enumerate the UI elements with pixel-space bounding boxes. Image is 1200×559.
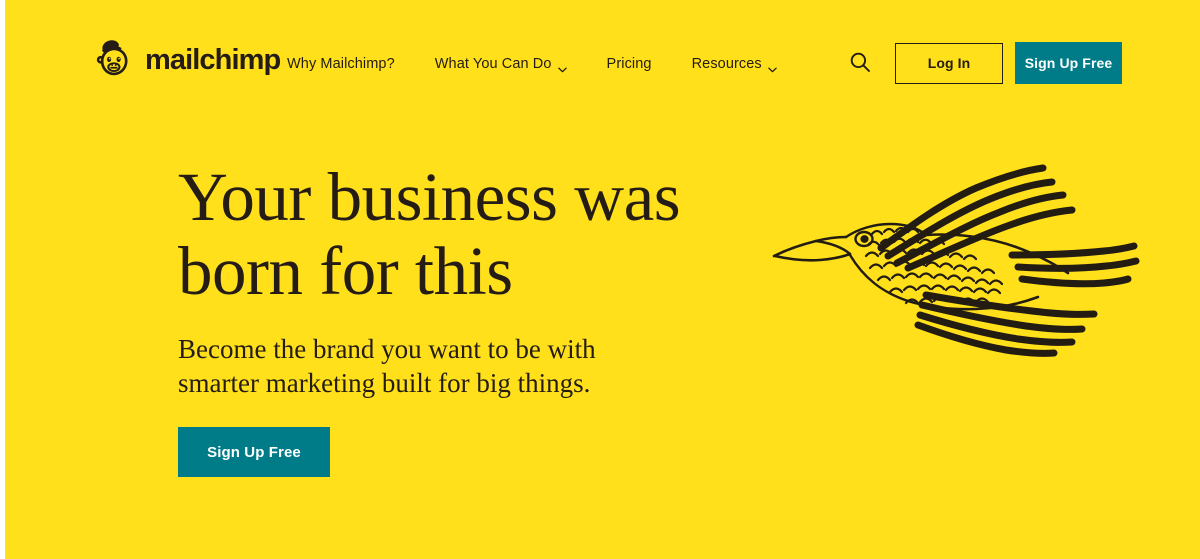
site-header: mailchimp Why Mailchimp? What You Can Do…	[5, 0, 1200, 118]
signup-free-button-header[interactable]: Sign Up Free	[1015, 42, 1122, 84]
nav-item-what-you-can-do[interactable]: What You Can Do	[434, 56, 567, 73]
hero-section: Your business was born for this Become t…	[178, 160, 748, 477]
nav-label: What You Can Do	[434, 56, 552, 72]
hero-subheadline: Become the brand you want to be with sma…	[178, 334, 596, 398]
nav-label: Resources	[691, 56, 762, 72]
mailchimp-logo-link[interactable]: mailchimp	[90, 36, 281, 84]
hero-headline: Your business was born for this	[178, 160, 748, 308]
search-icon	[849, 51, 871, 76]
freddie-monkey-head-icon	[90, 36, 138, 84]
nav-item-resources[interactable]: Resources	[691, 56, 777, 73]
login-button[interactable]: Log In	[895, 42, 1003, 84]
search-button[interactable]	[837, 40, 883, 86]
hero-headline-line-1: Your business was	[178, 159, 681, 235]
hero-headline-line-2: born for this	[178, 233, 513, 309]
primary-navigation: Why Mailchimp? What You Can Do Pricing R…	[287, 56, 777, 73]
page-background: mailchimp Why Mailchimp? What You Can Do…	[5, 0, 1200, 559]
chevron-down-icon	[557, 61, 567, 73]
header-actions: Log In Sign Up Free	[837, 40, 1122, 86]
flying-bird-illustration	[760, 155, 1140, 360]
nav-label: Why Mailchimp?	[287, 56, 395, 72]
mailchimp-wordmark: mailchimp	[145, 43, 281, 76]
nav-label: Pricing	[606, 56, 652, 72]
signup-free-button-hero[interactable]: Sign Up Free	[178, 427, 330, 477]
nav-item-pricing[interactable]: Pricing	[607, 56, 652, 72]
nav-item-why-mailchimp[interactable]: Why Mailchimp?	[287, 56, 395, 72]
chevron-down-icon	[768, 61, 777, 73]
